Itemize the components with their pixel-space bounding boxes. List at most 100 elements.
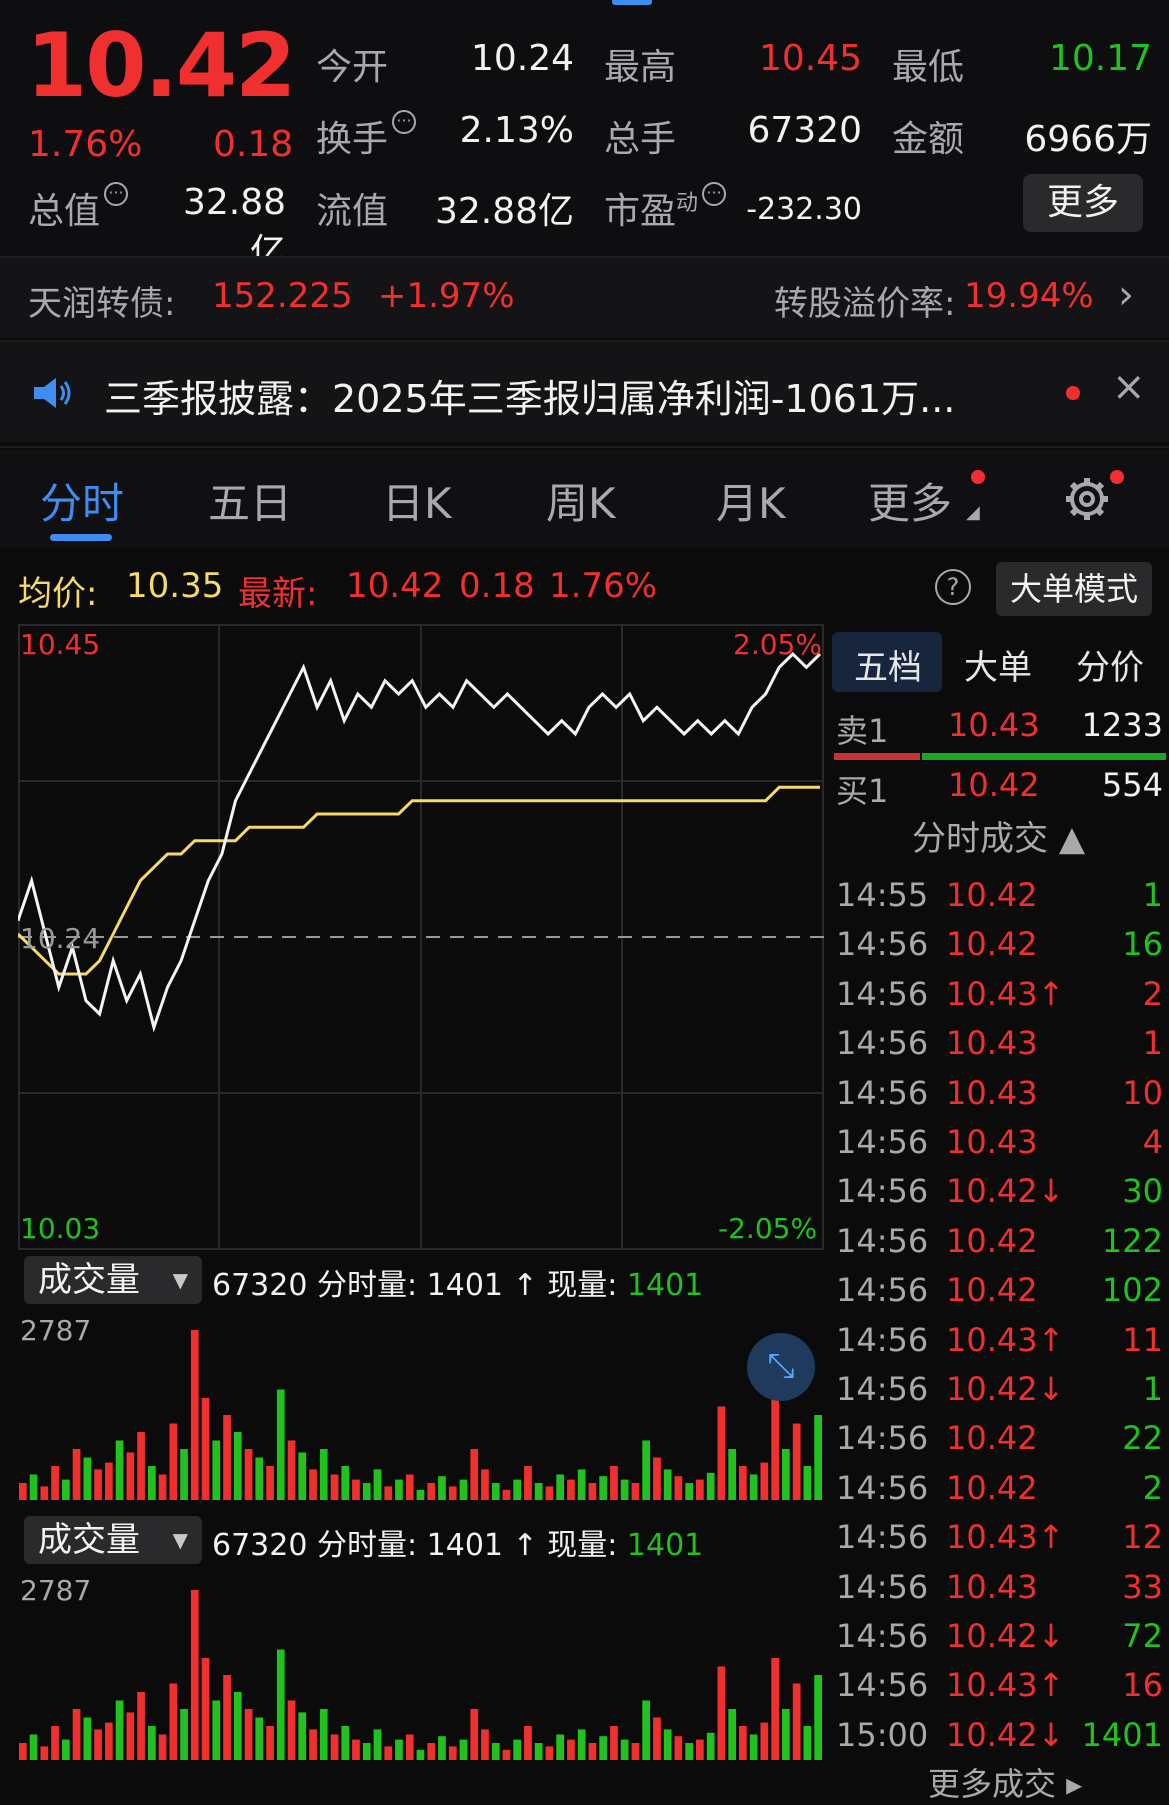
settings-badge — [1110, 470, 1124, 484]
volume-bar — [534, 1483, 543, 1500]
active-tab-underline — [50, 534, 112, 541]
volume-bar — [319, 1709, 328, 1760]
volume-bar — [201, 1398, 210, 1500]
volume-bar — [384, 1746, 393, 1760]
volume-bar — [792, 1423, 801, 1500]
float-cap-value: 32.88亿 — [434, 191, 574, 232]
turnover-label[interactable]: 换手 ··· — [316, 110, 417, 162]
volume-bar — [19, 1483, 27, 1500]
tick-price: 10.42↓ — [946, 1715, 1065, 1754]
tab-weekly-k[interactable]: 周K — [546, 470, 616, 531]
tick-time: 15:00 — [836, 1715, 929, 1754]
market-cap-label[interactable]: 总值 ··· — [28, 182, 129, 234]
tab-five-levels[interactable]: 五档 — [854, 640, 922, 689]
pct-high-label: 2.05% — [733, 628, 822, 661]
tick-volume: 1 — [1142, 1370, 1163, 1408]
volume-bar — [72, 1449, 81, 1500]
tick-price: 10.43↑ — [946, 1518, 1065, 1557]
tick-row: 14:56 10.43 4 — [828, 1119, 1169, 1168]
volume-bar — [653, 1457, 661, 1500]
tab-daily-k[interactable]: 日K — [382, 470, 452, 531]
ellipsis-circle-icon[interactable]: ··· — [702, 182, 727, 206]
volume-bar — [362, 1743, 371, 1760]
tick-row: 15:00 10.42↓ 1401 — [828, 1712, 1169, 1761]
volume-bar — [771, 1658, 779, 1760]
big-order-mode-button[interactable]: 大单模式 — [996, 562, 1152, 616]
help-icon[interactable]: ? — [935, 569, 971, 605]
close-icon[interactable]: × — [1112, 364, 1146, 410]
tick-time: 14:56 — [836, 1567, 929, 1606]
tick-row: 14:56 10.42↓ 72 — [828, 1613, 1169, 1662]
settings-gear-icon[interactable] — [1062, 474, 1112, 524]
ticks-title[interactable]: 分时成交 ▲ — [828, 812, 1169, 866]
more-button[interactable]: 更多 — [1023, 174, 1143, 232]
ellipsis-circle-icon[interactable]: ··· — [392, 110, 417, 134]
tab-intraday[interactable]: 分时 — [40, 470, 124, 531]
tick-volume: 1401 — [1081, 1715, 1163, 1754]
volume-bar — [448, 1746, 457, 1760]
volume-chart-2[interactable] — [18, 1570, 824, 1766]
float-cap-label: 流值 — [316, 191, 389, 232]
tick-price: 10.43 — [946, 1024, 1038, 1063]
tick-volume: 11 — [1122, 1320, 1163, 1359]
convertible-bond-row[interactable]: 天润转债: 152.225 +1.97% 转股溢价率: 19.94% › — [0, 258, 1169, 338]
tab-monthly-k[interactable]: 月K — [716, 470, 786, 531]
open-label: 今开 — [316, 47, 389, 88]
more-ticks-link[interactable]: 更多成交 ▸ — [928, 1759, 1082, 1805]
low-label: 最低 — [892, 47, 965, 88]
tick-time: 14:56 — [836, 1468, 929, 1507]
tick-time: 14:55 — [836, 876, 929, 914]
tick-price: 10.42 — [946, 1468, 1038, 1507]
change-percent: 1.76% — [28, 124, 143, 165]
tab-big-orders[interactable]: 大单 — [964, 640, 1032, 689]
volume-bar — [717, 1406, 726, 1500]
expand-icon[interactable]: ⤡ — [747, 1333, 815, 1401]
tick-volume: 10 — [1122, 1073, 1163, 1112]
pe-label[interactable]: 市盈动 ··· — [604, 182, 727, 234]
volume-bar — [233, 1692, 242, 1760]
volume-bar — [696, 1739, 704, 1760]
indicator-selector-2[interactable]: 成交量 ▼ — [24, 1516, 202, 1564]
volume-chart[interactable] — [18, 1310, 824, 1506]
volume-bar — [62, 1739, 70, 1760]
volume-bar — [524, 1466, 532, 1500]
tick-time: 14:56 — [836, 1123, 929, 1161]
tick-volume: 33 — [1122, 1567, 1163, 1606]
volume-bar — [169, 1683, 178, 1760]
volume-bar — [137, 1432, 145, 1500]
tick-row: 14:56 10.42↓ 30 — [828, 1168, 1169, 1217]
amount-label: 金额 — [892, 119, 965, 160]
volume-bar — [352, 1479, 360, 1500]
volume-bar — [481, 1729, 489, 1760]
bond-change: +1.97% — [378, 276, 515, 316]
tick-volume: 102 — [1101, 1271, 1163, 1310]
volume-bar — [395, 1739, 403, 1760]
pct-low-label: -2.05% — [718, 1212, 818, 1245]
volume-bar — [427, 1743, 436, 1760]
tab-more[interactable]: 更多 — [868, 470, 952, 531]
volume-max-label-2: 2787 — [20, 1574, 92, 1607]
tick-price: 10.43 — [946, 1073, 1038, 1112]
volume-bar — [212, 1700, 221, 1760]
news-banner[interactable]: 三季报披露：2025年三季报归属净利润-1061万... × — [0, 342, 1169, 442]
tab-price-dist[interactable]: 分价 — [1076, 640, 1144, 689]
volume-bar — [309, 1729, 317, 1760]
ellipsis-circle-icon[interactable]: ··· — [104, 182, 129, 206]
volume-bar — [276, 1389, 285, 1500]
intraday-price-chart[interactable] — [18, 624, 824, 1250]
avg-label: 均价: — [18, 574, 98, 614]
prev-close-label: 10.24 — [20, 922, 101, 955]
bond-price: 152.225 — [212, 276, 353, 316]
tab-five-day[interactable]: 五日 — [208, 470, 292, 531]
volume-bar — [717, 1666, 726, 1760]
volume-bar — [599, 1736, 607, 1760]
volume-bar — [803, 1726, 812, 1760]
indicator-selector[interactable]: 成交量 ▼ — [24, 1256, 202, 1304]
caret-down-icon: ▼ — [172, 1528, 188, 1552]
volume-bar — [169, 1423, 178, 1500]
volume-bar — [29, 1474, 38, 1500]
volume-bar — [384, 1486, 393, 1500]
volume-bar — [524, 1726, 532, 1760]
chevron-right-icon[interactable]: › — [1118, 272, 1134, 318]
tick-volume: 1 — [1142, 876, 1163, 914]
